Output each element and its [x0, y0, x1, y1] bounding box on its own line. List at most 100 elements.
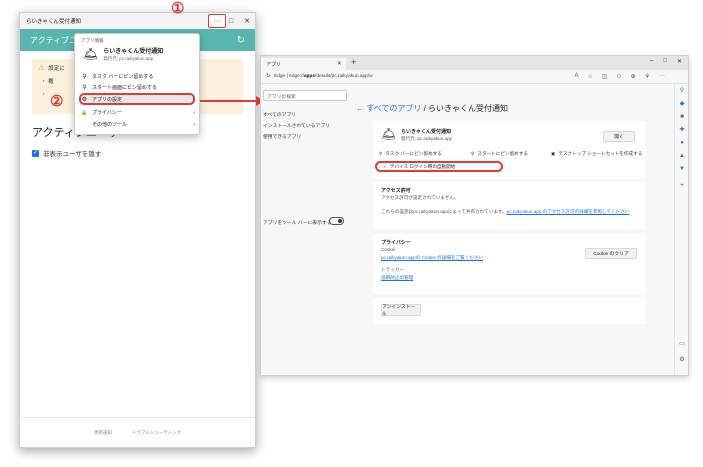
- action-label: デスクトップ ショートカットを作成する: [558, 151, 643, 156]
- back-arrow-icon[interactable]: ←: [356, 104, 366, 113]
- hide-users-checkbox[interactable]: ✓ 非表示ユーザを隠す: [32, 148, 243, 158]
- edge-tab[interactable]: アプリ ✕: [261, 58, 346, 70]
- url-rest: /details/pc.raikyakun.app/w: [315, 74, 373, 79]
- app-menu-button[interactable]: ···: [208, 14, 226, 28]
- games-icon[interactable]: ●: [678, 139, 686, 147]
- breadcrumb-current: らいきゃくん受付通知: [428, 104, 509, 113]
- privacy-card: プライバシー Cookie pc.raikyakun.appの Cookie の…: [373, 234, 645, 294]
- autostart-on-login-option[interactable]: ✓ デバイス ログイン時の自動開始: [375, 161, 503, 172]
- favorite-icon[interactable]: ☆: [587, 73, 592, 80]
- bell-icon: 🛎: [83, 47, 99, 61]
- permissions-link[interactable]: pc.raikyakun.app のアクセス許可の詳細を参照してください: [507, 209, 630, 214]
- menu-section-label: アプリ情報: [81, 38, 104, 43]
- pin-icon: ⚲: [471, 151, 475, 156]
- settings-gear-icon[interactable]: ⚙: [678, 356, 686, 364]
- split-screen-icon[interactable]: ◫: [602, 73, 608, 80]
- footer-link[interactable]: トラブルシューティング: [132, 430, 181, 436]
- permissions-shared-text: これらの設定はpc.raikyakun.appによって共有されています。pc.r…: [381, 208, 637, 215]
- add-icon[interactable]: +: [678, 182, 686, 190]
- close-button[interactable]: ✕: [677, 58, 682, 65]
- tab-close-icon[interactable]: ✕: [337, 61, 342, 67]
- menu-item-app-settings[interactable]: ⚙ アプリの設定: [79, 93, 195, 105]
- menu-item-pin-start[interactable]: ⚲ スタート画面にピン留めする: [81, 83, 195, 92]
- menu-item-label: その他のツール: [92, 122, 128, 128]
- toolbar-icons: A ☆ ◫ ✩ ⊕ ⚘ ···: [574, 73, 665, 80]
- publisher-value: pc.raikyakun.app: [417, 136, 453, 141]
- more-icon[interactable]: ···: [659, 73, 665, 80]
- action-label: タスク バーにピン留めする: [385, 151, 442, 156]
- tracker-link[interactable]: 追跡防止の管理: [381, 275, 413, 281]
- step-2-marker: ②: [50, 93, 64, 110]
- address-bar[interactable]: ↻ Edge | edge://apps/details/pc.raikyaku…: [261, 70, 688, 84]
- back-icon[interactable]: ↻: [266, 74, 270, 79]
- menu-item-privacy[interactable]: 🔒 プライバシー ›: [81, 108, 195, 117]
- menu-item-pin-taskbar[interactable]: ⚲ タスク バーにピン留めする: [81, 72, 195, 81]
- menu-item-more-tools[interactable]: その他のツール ›: [81, 120, 195, 129]
- pin-taskbar-action[interactable]: ⚲ タスク バーにピン留めする: [379, 151, 442, 157]
- footer-link[interactable]: 更新通知: [94, 430, 112, 436]
- close-button[interactable]: ✕: [239, 13, 255, 29]
- notice-text: 設定に: [48, 66, 65, 72]
- lock-icon: 🔒: [81, 109, 88, 116]
- app-name: らいきゃくん受付通知: [401, 129, 452, 135]
- nav-available-apps[interactable]: 使用できるアプリ: [263, 133, 301, 140]
- clear-cookie-button[interactable]: Cookie のクリア: [585, 248, 637, 259]
- search-icon[interactable]: ⚲: [678, 87, 686, 95]
- breadcrumb: ← すべてのアプリ / らいきゃくん受付通知: [356, 103, 508, 114]
- nav-installed-apps[interactable]: インストールされているアプリ: [263, 122, 330, 129]
- tab-title: アプリ: [266, 62, 282, 68]
- toolbar-toggle[interactable]: [329, 217, 344, 225]
- extensions-icon[interactable]: ⚘: [645, 73, 650, 80]
- privacy-title: プライバシー: [381, 240, 411, 246]
- read-aloud-icon[interactable]: A: [574, 73, 578, 80]
- menu-item-label: プライバシー: [92, 110, 122, 116]
- address-url[interactable]: Edge | edge://apps/details/pc.raikyakun.…: [274, 74, 570, 79]
- uninstall-button[interactable]: アンインストール: [381, 304, 421, 317]
- menu-app-publisher: 発行元: pc.raikyakun.app: [103, 56, 154, 61]
- action-label: スタートにピン留めする: [477, 151, 528, 156]
- open-button[interactable]: 開く: [603, 131, 635, 142]
- tools-icon[interactable]: ✚: [678, 126, 686, 134]
- favorites-icon[interactable]: ✩: [617, 73, 622, 80]
- shortcut-icon: ▣: [551, 151, 556, 156]
- refresh-icon[interactable]: ↻: [237, 35, 245, 46]
- menu-app-info: 🛎 らいきゃくん受付通知 発行元: pc.raikyakun.app: [83, 46, 163, 62]
- tag-icon[interactable]: ◆: [678, 100, 686, 108]
- permissions-card: アクセス許可 アクセス許可が設定されていません。 これらの設定はpc.raiky…: [373, 182, 645, 229]
- shared-text: これらの設定はpc.raikyakun.appによって共有されています。: [381, 209, 507, 214]
- pointer-arrow-line: [200, 100, 258, 102]
- maximize-button[interactable]: □: [663, 58, 667, 65]
- edge-window: アプリ ✕ + – □ ✕ ↻ Edge | edge://apps/detai…: [260, 55, 689, 376]
- menu-item-label: スタート画面にピン留めする: [92, 85, 158, 91]
- chevron-right-icon: ›: [193, 109, 195, 116]
- pwa-window-title: らいきゃくん受付通知: [26, 19, 82, 25]
- cookie-link[interactable]: pc.raikyakun.appの Cookie の詳細をご覧ください: [381, 255, 483, 261]
- breadcrumb-link[interactable]: すべてのアプリ: [366, 104, 421, 113]
- nav-all-apps[interactable]: すべてのアプリ: [263, 111, 296, 118]
- cookie-label: Cookie: [381, 247, 396, 252]
- minimize-button[interactable]: –: [650, 58, 653, 65]
- new-tab-button[interactable]: +: [351, 57, 356, 67]
- office-icon[interactable]: ▲: [678, 152, 686, 160]
- edge-window-controls: – □ ✕: [644, 56, 688, 67]
- collections-icon[interactable]: ⊕: [631, 73, 636, 80]
- gear-icon: ⚙: [81, 96, 88, 103]
- menu-item-label: タスク バーにピン留めする: [92, 74, 154, 80]
- sidebar-toggle-icon[interactable]: ▭: [678, 340, 686, 348]
- edge-right-sidebar: ⚲ ◆ ■ ✚ ● ▲ ▼ + ▭ ⚙: [674, 84, 688, 375]
- check-icon: ✓: [383, 163, 387, 169]
- shopping-icon[interactable]: ■: [678, 113, 686, 121]
- publisher-label: 発行元:: [401, 136, 418, 141]
- pwa-footer: 更新通知 トラブルシューティング: [20, 417, 255, 447]
- pin-icon: ⚲: [82, 74, 87, 80]
- pin-start-action[interactable]: ⚲ スタートにピン留めする: [471, 151, 528, 157]
- desktop-shortcut-action[interactable]: ▣ デスクトップ ショートカットを作成する: [551, 151, 642, 157]
- uninstall-card: アンインストール: [373, 298, 645, 324]
- apps-search-input[interactable]: アプリの検索: [263, 90, 347, 101]
- chevron-right-icon: ›: [193, 121, 195, 128]
- permissions-sub: アクセス許可が設定されていません。: [381, 195, 459, 200]
- app-publisher: 発行元: pc.raikyakun.app: [401, 136, 452, 142]
- url-prefix: Edge | edge://: [274, 74, 304, 79]
- checkbox-checked-icon[interactable]: ✓: [32, 149, 39, 157]
- outlook-icon[interactable]: ▼: [678, 165, 686, 173]
